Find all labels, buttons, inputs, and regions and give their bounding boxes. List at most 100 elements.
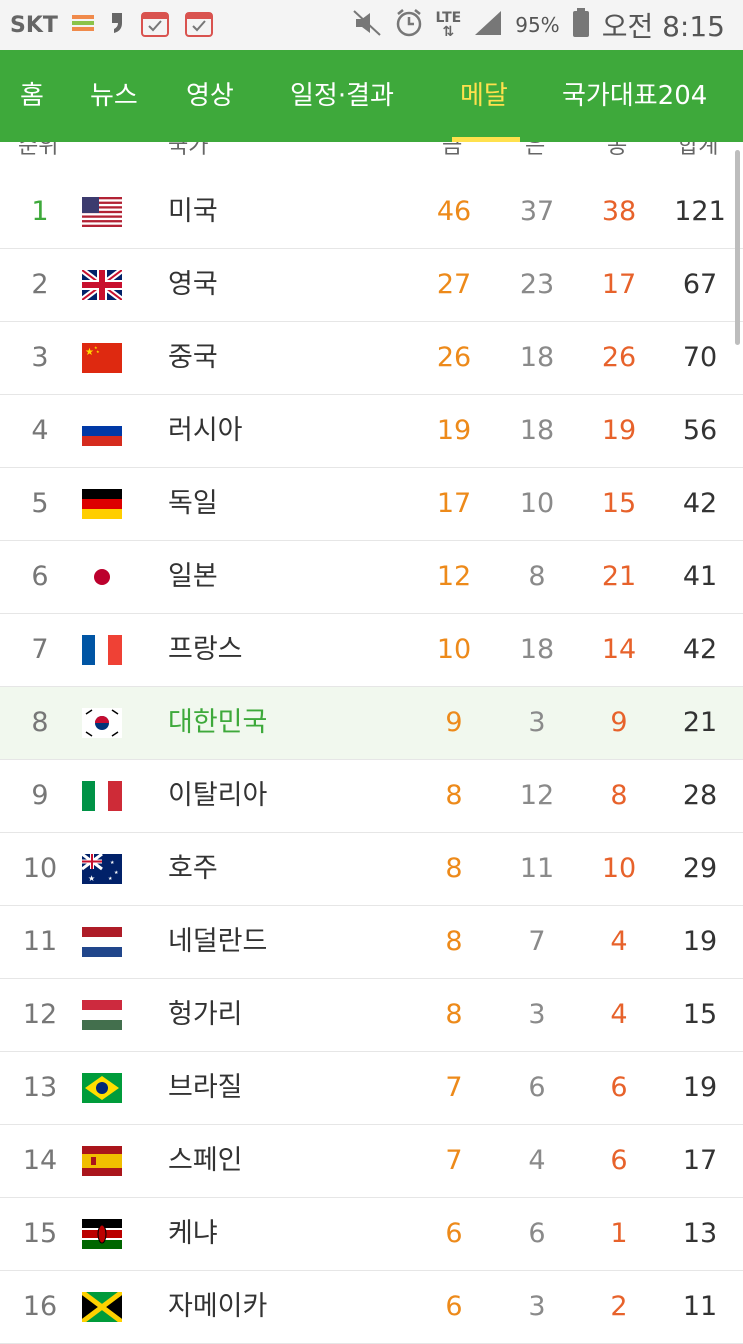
tab-medals[interactable]: 메달: [460, 50, 508, 142]
table-row[interactable]: 4 러시아 19 18 19 56: [0, 395, 743, 468]
spain-flag-icon: [82, 1146, 122, 1176]
network-type: LTE ⇅: [435, 10, 462, 40]
gold-count: 8: [445, 999, 463, 1030]
country-name: 스페인: [168, 1145, 243, 1176]
table-row[interactable]: 14 스페인 7 4 6 17: [0, 1125, 743, 1198]
table-row[interactable]: 3 ★ ★ ★ 중국 26 18 26 70: [0, 322, 743, 395]
rank-cell: 3: [31, 342, 49, 373]
gold-count: 46: [436, 196, 472, 227]
gold-count: 10: [436, 634, 472, 665]
header-country: 국가: [168, 142, 209, 159]
gold-count: 8: [445, 926, 463, 957]
table-row[interactable]: 7 프랑스 10 18 14 42: [0, 614, 743, 687]
quote-icon: [108, 11, 126, 39]
hungary-flag-icon: [82, 1000, 122, 1030]
total-count: 42: [682, 634, 718, 665]
jamaica-flag-icon: [82, 1292, 122, 1322]
gold-count: 9: [445, 707, 463, 738]
clock: 오전 8:15: [601, 10, 725, 43]
korea-flag-icon: [82, 708, 122, 738]
silver-count: 6: [528, 1072, 546, 1103]
country-name: 대한민국: [168, 707, 268, 738]
country-name: 헝가리: [168, 999, 243, 1030]
nav-bar: 홈 뉴스 영상 일정·결과 메달 국가대표204: [0, 50, 743, 142]
brazil-flag-icon: [82, 1073, 122, 1103]
total-count: 42: [682, 488, 718, 519]
rank-cell: 2: [31, 269, 49, 300]
status-bar: SKT LTE ⇅ 95% 오전 8:15: [0, 0, 743, 50]
country-name: 중국: [168, 342, 218, 373]
tab-home[interactable]: 홈: [20, 50, 44, 142]
table-row[interactable]: 13 브라질 7 6 6 19: [0, 1052, 743, 1125]
total-count: 17: [682, 1145, 718, 1176]
gold-count: 27: [436, 269, 472, 300]
tab-national-team[interactable]: 국가대표204: [562, 50, 707, 142]
silver-count: 12: [519, 780, 555, 811]
svg-text:★: ★: [114, 870, 119, 876]
bronze-count: 10: [601, 853, 637, 884]
table-row[interactable]: 1 미국 46 37 38 121: [0, 176, 743, 249]
silver-count: 23: [519, 269, 555, 300]
total-count: 13: [682, 1218, 718, 1249]
silver-count: 18: [519, 342, 555, 373]
table-row[interactable]: 11 네덜란드 8 7 4 19: [0, 906, 743, 979]
table-row[interactable]: 6 일본 12 8 21 41: [0, 541, 743, 614]
scrollbar[interactable]: [735, 150, 740, 345]
table-header: 순위 국가 금 은 동 합계: [0, 142, 743, 177]
rank-cell: 4: [31, 415, 49, 446]
gold-count: 8: [445, 853, 463, 884]
header-silver: 은: [525, 142, 546, 159]
table-row[interactable]: 16 자메이카 6 3 2 11: [0, 1271, 743, 1344]
gold-count: 19: [436, 415, 472, 446]
uk-flag-icon: [82, 270, 122, 300]
total-count: 15: [682, 999, 718, 1030]
table-row[interactable]: 9 이탈리아 8 12 8 28: [0, 760, 743, 833]
total-count: 11: [682, 1291, 718, 1322]
rank-cell: 6: [31, 561, 49, 592]
rank-cell: 11: [22, 926, 58, 957]
table-row[interactable]: 2 영국 27 23 17 67: [0, 249, 743, 322]
country-name: 네덜란드: [168, 926, 268, 957]
total-count: 19: [682, 926, 718, 957]
total-count: 19: [682, 1072, 718, 1103]
rank-cell: 10: [22, 853, 58, 884]
country-name: 자메이카: [168, 1291, 268, 1322]
silver-count: 4: [528, 1145, 546, 1176]
country-name: 러시아: [168, 415, 243, 446]
list-app-icon: [71, 13, 94, 37]
gold-count: 26: [436, 342, 472, 373]
rank-cell: 1: [31, 196, 49, 227]
gold-count: 6: [445, 1291, 463, 1322]
total-count: 70: [682, 342, 718, 373]
rank-cell: 8: [31, 707, 49, 738]
rank-cell: 12: [22, 999, 58, 1030]
silver-count: 3: [528, 999, 546, 1030]
total-count: 67: [682, 269, 718, 300]
table-row[interactable]: 15 케냐 6 6 1 13: [0, 1198, 743, 1271]
country-name: 미국: [168, 196, 218, 227]
tab-video[interactable]: 영상: [186, 50, 234, 142]
bronze-count: 8: [610, 780, 628, 811]
table-row[interactable]: 10 ★ ★ ★ ★ 호주 8 11 10 29: [0, 833, 743, 906]
country-name: 케냐: [168, 1218, 218, 1249]
table-row[interactable]: 8 대한민국 9 3 9 21: [0, 687, 743, 760]
france-flag-icon: [82, 635, 122, 665]
tab-news[interactable]: 뉴스: [90, 50, 138, 142]
silver-count: 7: [528, 926, 546, 957]
bronze-count: 4: [610, 926, 628, 957]
rank-cell: 16: [22, 1291, 58, 1322]
table-row[interactable]: 5 독일 17 10 15 42: [0, 468, 743, 541]
svg-text:★: ★: [108, 876, 113, 882]
mute-icon: [352, 9, 382, 41]
table-row[interactable]: 12 헝가리 8 3 4 15: [0, 979, 743, 1052]
bronze-count: 6: [610, 1145, 628, 1176]
total-count: 41: [682, 561, 718, 592]
tab-schedule-results[interactable]: 일정·결과: [290, 50, 394, 142]
battery-icon: [572, 8, 590, 42]
bronze-count: 2: [610, 1291, 628, 1322]
russia-flag-icon: [82, 416, 122, 446]
calendar-check-icon-2: [184, 8, 214, 42]
header-rank: 순위: [18, 142, 59, 159]
carrier-label: SKT: [10, 12, 58, 38]
country-name: 영국: [168, 269, 218, 300]
